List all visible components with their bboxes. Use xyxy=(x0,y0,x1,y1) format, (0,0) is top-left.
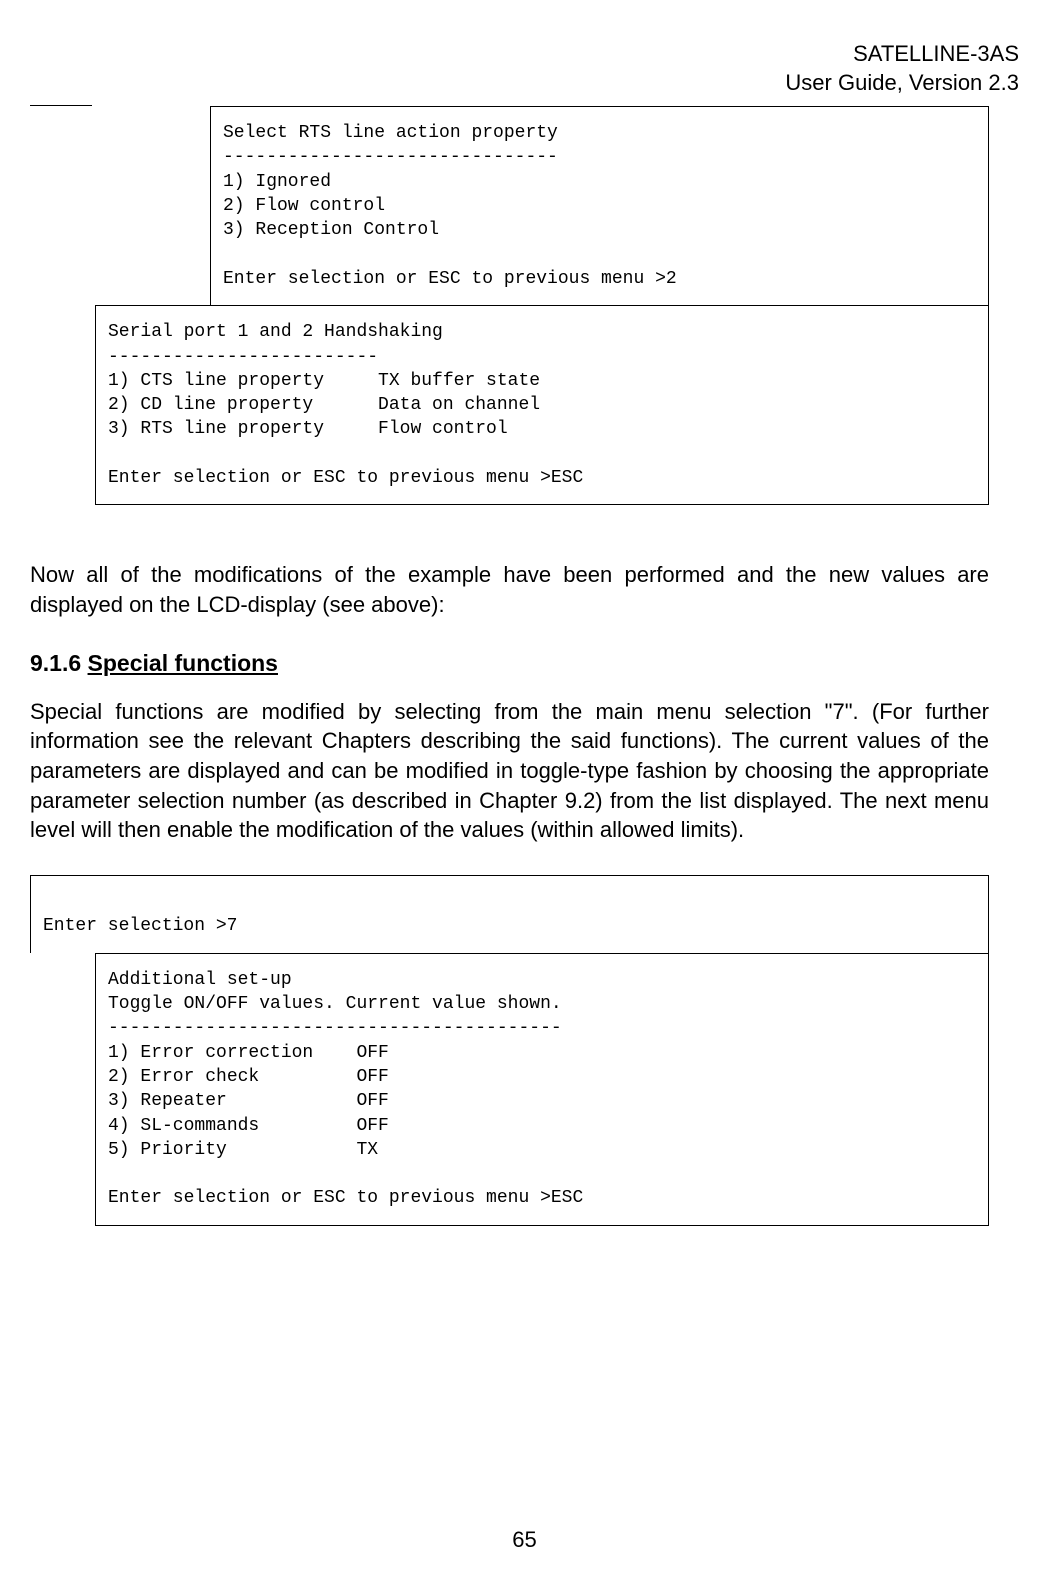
page-number: 65 xyxy=(0,1527,1049,1553)
section-heading: 9.1.6 Special functions xyxy=(30,650,1019,677)
code-box-additional-setup: Additional set-up Toggle ON/OFF values. … xyxy=(95,953,989,1226)
page-header: SATELLINE-3AS User Guide, Version 2.3 xyxy=(30,40,1019,97)
paragraph-2: Special functions are modified by select… xyxy=(30,697,989,845)
header-line2: User Guide, Version 2.3 xyxy=(30,69,1019,98)
code-box-rts-menu: Select RTS line action property --------… xyxy=(210,106,989,305)
section-title: Special functions xyxy=(88,650,278,676)
paragraph-1: Now all of the modifications of the exam… xyxy=(30,560,989,619)
header-line1: SATELLINE-3AS xyxy=(30,40,1019,69)
header-rule xyxy=(30,105,92,106)
section-number: 9.1.6 xyxy=(30,650,81,676)
code-box-handshaking-menu: Serial port 1 and 2 Handshaking --------… xyxy=(95,305,989,505)
code-box-enter-selection: Enter selection >7 xyxy=(30,875,989,953)
